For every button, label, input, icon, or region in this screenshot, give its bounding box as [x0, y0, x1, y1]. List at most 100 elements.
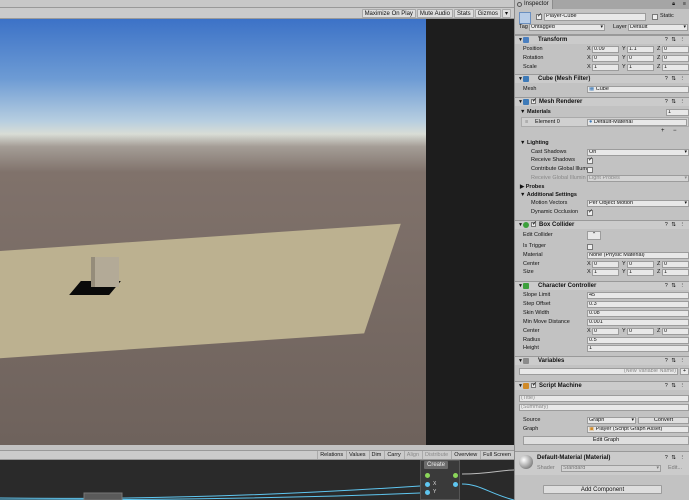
dim-toggle[interactable]: Dim: [368, 451, 384, 459]
edit-shader-button[interactable]: Edit...: [668, 465, 682, 472]
mesh-renderer-header[interactable]: ▼ Mesh Renderer ? ⇅ ⋮: [515, 97, 689, 106]
motion-vectors-dropdown[interactable]: Per Object Motion: [587, 200, 689, 207]
component-menu-icon[interactable]: ? ⇅ ⋮: [665, 357, 686, 365]
receive-gi-dropdown[interactable]: Light Probes: [587, 175, 689, 182]
position-x-field[interactable]: 0.09: [592, 46, 619, 53]
rotation-z-field[interactable]: 0: [662, 55, 689, 62]
lighting-foldout[interactable]: ▼ Lighting: [520, 140, 549, 147]
collider-size-x-field[interactable]: 1: [592, 269, 619, 276]
tab-inspector[interactable]: Inspector: [515, 0, 553, 9]
component-menu-icon[interactable]: ? ⇅ ⋮: [665, 98, 686, 106]
component-menu-icon[interactable]: ? ⇅ ⋮: [665, 36, 686, 44]
x-input-port[interactable]: [425, 482, 430, 487]
controller-center-y-field[interactable]: 0: [627, 328, 654, 335]
min-move-distance-field[interactable]: 0.001: [587, 319, 689, 326]
remove-material-button[interactable]: −: [673, 128, 677, 135]
collider-size-z-field[interactable]: 1: [662, 269, 689, 276]
component-menu-icon[interactable]: ? ⇅ ⋮: [665, 382, 686, 390]
collider-center-x-field[interactable]: 0: [592, 261, 619, 268]
add-component-button[interactable]: Add Component: [543, 485, 662, 494]
game-scene[interactable]: [0, 19, 426, 445]
box-collider-enabled-checkbox[interactable]: [531, 220, 537, 228]
graph-canvas[interactable]: Create X Y: [0, 460, 514, 500]
controller-center-x-field[interactable]: 0: [592, 328, 619, 335]
collider-material-field[interactable]: None (Physic Material): [587, 252, 689, 259]
flow-input-port[interactable]: [425, 473, 430, 478]
is-trigger-checkbox[interactable]: [587, 244, 593, 250]
script-machine-enabled-checkbox[interactable]: [531, 381, 537, 389]
element-0-field[interactable]: ● Default-Material: [587, 119, 687, 126]
edit-collider-button[interactable]: ⌃: [587, 231, 601, 240]
source-dropdown[interactable]: Graph: [587, 417, 636, 424]
layer-dropdown[interactable]: Default: [628, 24, 688, 31]
value-output-port[interactable]: [453, 482, 458, 487]
full-screen-button[interactable]: Full Screen: [480, 451, 513, 459]
values-toggle[interactable]: Values: [346, 451, 367, 459]
create-node-button[interactable]: Create: [424, 461, 449, 469]
distribute-dropdown[interactable]: Distribute: [422, 451, 450, 459]
contribute-gi-checkbox[interactable]: [587, 167, 593, 173]
edit-graph-button[interactable]: Edit Graph: [523, 436, 689, 445]
object-name-input[interactable]: Player-Cube: [544, 13, 646, 21]
component-menu-icon[interactable]: ? ⇅ ⋮: [665, 75, 686, 83]
gizmos-button[interactable]: Gizmos: [474, 8, 501, 18]
component-menu-icon[interactable]: ? ⇅ ⋮: [665, 455, 686, 461]
transform-header[interactable]: ▼ Transform ? ⇅ ⋮: [515, 35, 689, 44]
collider-center-y-field[interactable]: 0: [627, 261, 654, 268]
dynamic-occlusion-checkbox[interactable]: [587, 208, 593, 216]
position-y-field[interactable]: 1.1: [627, 46, 654, 53]
box-collider-header[interactable]: ▼ Box Collider ? ⇅ ⋮: [515, 220, 689, 229]
mesh-field[interactable]: ▦ Cube: [587, 86, 689, 93]
script-machine-header[interactable]: ▼ Script Machine ? ⇅ ⋮: [515, 381, 689, 390]
static-checkbox[interactable]: [652, 14, 658, 20]
mesh-renderer-enabled-checkbox[interactable]: [531, 97, 537, 105]
cast-shadows-dropdown[interactable]: On: [587, 149, 689, 156]
stats-button[interactable]: Stats: [453, 8, 474, 18]
graph-asset-field[interactable]: ▣ Player (Script Graph Asset): [587, 426, 689, 433]
scale-z-field[interactable]: 1: [662, 64, 689, 71]
collider-center-z-field[interactable]: 0: [662, 261, 689, 268]
new-variable-name-input[interactable]: (New Variable Name): [519, 368, 678, 375]
step-offset-field[interactable]: 0.3: [587, 301, 689, 308]
tag-dropdown[interactable]: Untagged: [529, 24, 605, 31]
component-menu-icon[interactable]: ? ⇅ ⋮: [665, 221, 686, 229]
add-variable-button[interactable]: +: [680, 368, 689, 375]
overview-button[interactable]: Overview: [451, 451, 479, 459]
probes-foldout[interactable]: ▶ Probes: [520, 184, 544, 191]
materials-foldout[interactable]: ▼ Materials: [520, 109, 551, 116]
shader-dropdown[interactable]: Standard: [561, 465, 661, 472]
collider-size-y-field[interactable]: 1: [627, 269, 654, 276]
rotation-x-field[interactable]: 0: [592, 55, 619, 62]
controller-center-z-field[interactable]: 0: [662, 328, 689, 335]
align-dropdown[interactable]: Align: [403, 451, 421, 459]
variables-header[interactable]: ▼ Variables ? ⇅ ⋮: [515, 356, 689, 365]
slope-limit-field[interactable]: 45: [587, 292, 689, 299]
character-controller-header[interactable]: ▼ Character Controller ? ⇅ ⋮: [515, 281, 689, 290]
lock-icon[interactable]: 🔒︎: [672, 1, 675, 8]
rotation-y-field[interactable]: 0: [627, 55, 654, 62]
carry-toggle[interactable]: Carry: [384, 451, 402, 459]
object-active-checkbox[interactable]: [536, 12, 542, 20]
radius-field[interactable]: 0.5: [587, 337, 689, 344]
gizmos-dropdown-icon[interactable]: ▾: [501, 8, 511, 18]
additional-settings-foldout[interactable]: ▼ Additional Settings: [520, 192, 577, 199]
scale-y-field[interactable]: 1: [627, 64, 654, 71]
tab-menu-icon[interactable]: ≡: [683, 1, 686, 8]
materials-count-field[interactable]: 1: [666, 109, 689, 116]
mute-audio-button[interactable]: Mute Audio: [416, 8, 453, 18]
y-input-port[interactable]: [425, 490, 430, 495]
receive-shadows-checkbox[interactable]: [587, 156, 593, 164]
position-z-field[interactable]: 0: [662, 46, 689, 53]
mesh-filter-header[interactable]: ▼ Cube (Mesh Filter) ? ⇅ ⋮: [515, 74, 689, 83]
script-title-input[interactable]: (Title): [519, 395, 689, 402]
scale-x-field[interactable]: 1: [592, 64, 619, 71]
height-field[interactable]: 1: [587, 345, 689, 352]
relations-toggle[interactable]: Relations: [317, 451, 345, 459]
component-menu-icon[interactable]: ? ⇅ ⋮: [665, 282, 686, 290]
script-summary-input[interactable]: (Summary): [519, 404, 689, 411]
convert-button[interactable]: Convert: [638, 417, 689, 424]
add-material-button[interactable]: +: [661, 128, 665, 135]
maximize-on-play-button[interactable]: Maximize On Play: [361, 8, 416, 18]
drag-handle-icon[interactable]: ≡: [525, 119, 528, 126]
skin-width-field[interactable]: 0.08: [587, 310, 689, 317]
